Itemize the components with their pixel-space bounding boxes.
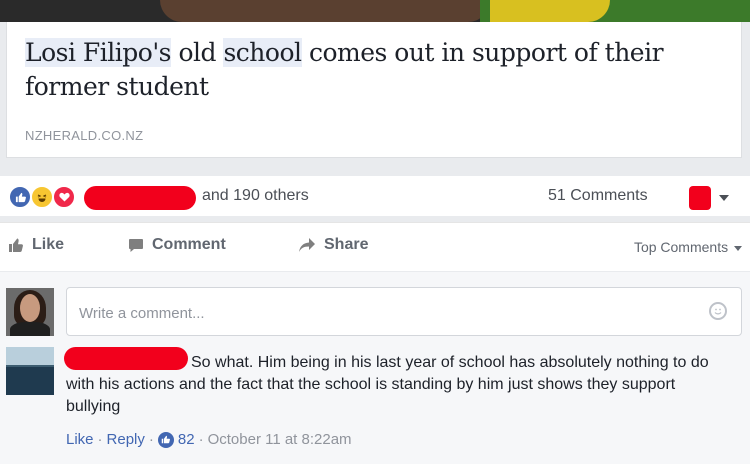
reactions-others-link[interactable]: and 190 others — [202, 187, 309, 205]
laughing-face-icon[interactable] — [30, 185, 54, 209]
link-title-highlight-school: school — [223, 38, 302, 67]
current-user-avatar[interactable] — [6, 288, 54, 336]
comment-reply-link[interactable]: Reply — [107, 431, 145, 448]
post-actions-bar: Like Comment Share Top Comments — [0, 222, 750, 271]
separator: · — [97, 431, 103, 448]
commenter-avatar[interactable] — [6, 347, 54, 395]
comment-meta: Like · Reply · 82 · October 11 at 8:22am — [66, 431, 352, 448]
comment-timestamp[interactable]: October 11 at 8:22am — [208, 431, 352, 448]
comment-like-count[interactable]: 82 — [178, 431, 195, 448]
avatar-body — [10, 322, 50, 336]
link-domain: NZHERALD.CO.NZ — [25, 128, 144, 143]
link-title[interactable]: Losi Filipo's old school comes out in su… — [25, 36, 715, 104]
comments-count-link[interactable]: 51 Comments — [548, 187, 648, 205]
share-button[interactable]: Share — [298, 236, 368, 254]
comment-composer[interactable] — [66, 287, 742, 336]
comment-input[interactable] — [77, 302, 681, 324]
top-comments-sort-dropdown[interactable]: Top Comments — [634, 239, 742, 255]
sort-label: Top Comments — [633, 239, 729, 255]
avatar-face — [20, 294, 40, 322]
like-button[interactable]: Like — [8, 236, 64, 254]
link-title-part: old — [171, 38, 224, 67]
image-person-face — [160, 0, 490, 22]
comment-button[interactable]: Comment — [128, 236, 226, 254]
link-title-highlight-name: Losi Filipo's — [25, 38, 172, 67]
image-jersey — [490, 0, 610, 22]
smiley-icon[interactable] — [709, 302, 727, 320]
caret-down-icon — [734, 245, 742, 251]
link-preview[interactable]: Losi Filipo's old school comes out in su… — [6, 22, 742, 158]
link-preview-image[interactable] — [0, 0, 750, 22]
like-button-label: Like — [32, 236, 65, 253]
separator: · — [198, 431, 204, 448]
like-reaction-icon[interactable] — [8, 185, 32, 209]
thumbs-up-icon — [9, 238, 23, 252]
redacted-reactor-name — [84, 186, 196, 210]
redacted-page-avatar[interactable] — [689, 186, 711, 210]
speech-bubble-icon — [129, 239, 143, 252]
thumbs-up-icon — [157, 431, 174, 448]
share-arrow-icon — [299, 238, 315, 252]
avatar-land — [6, 367, 54, 395]
comment-like-link[interactable]: Like — [66, 431, 94, 448]
heart-icon[interactable] — [52, 185, 76, 209]
redacted-commenter-name[interactable] — [64, 347, 188, 370]
share-button-label: Share — [324, 236, 369, 253]
separator: · — [148, 431, 154, 448]
comment-button-label: Comment — [152, 236, 226, 253]
caret-down-icon[interactable] — [719, 195, 729, 201]
avatar-sky — [6, 347, 54, 367]
